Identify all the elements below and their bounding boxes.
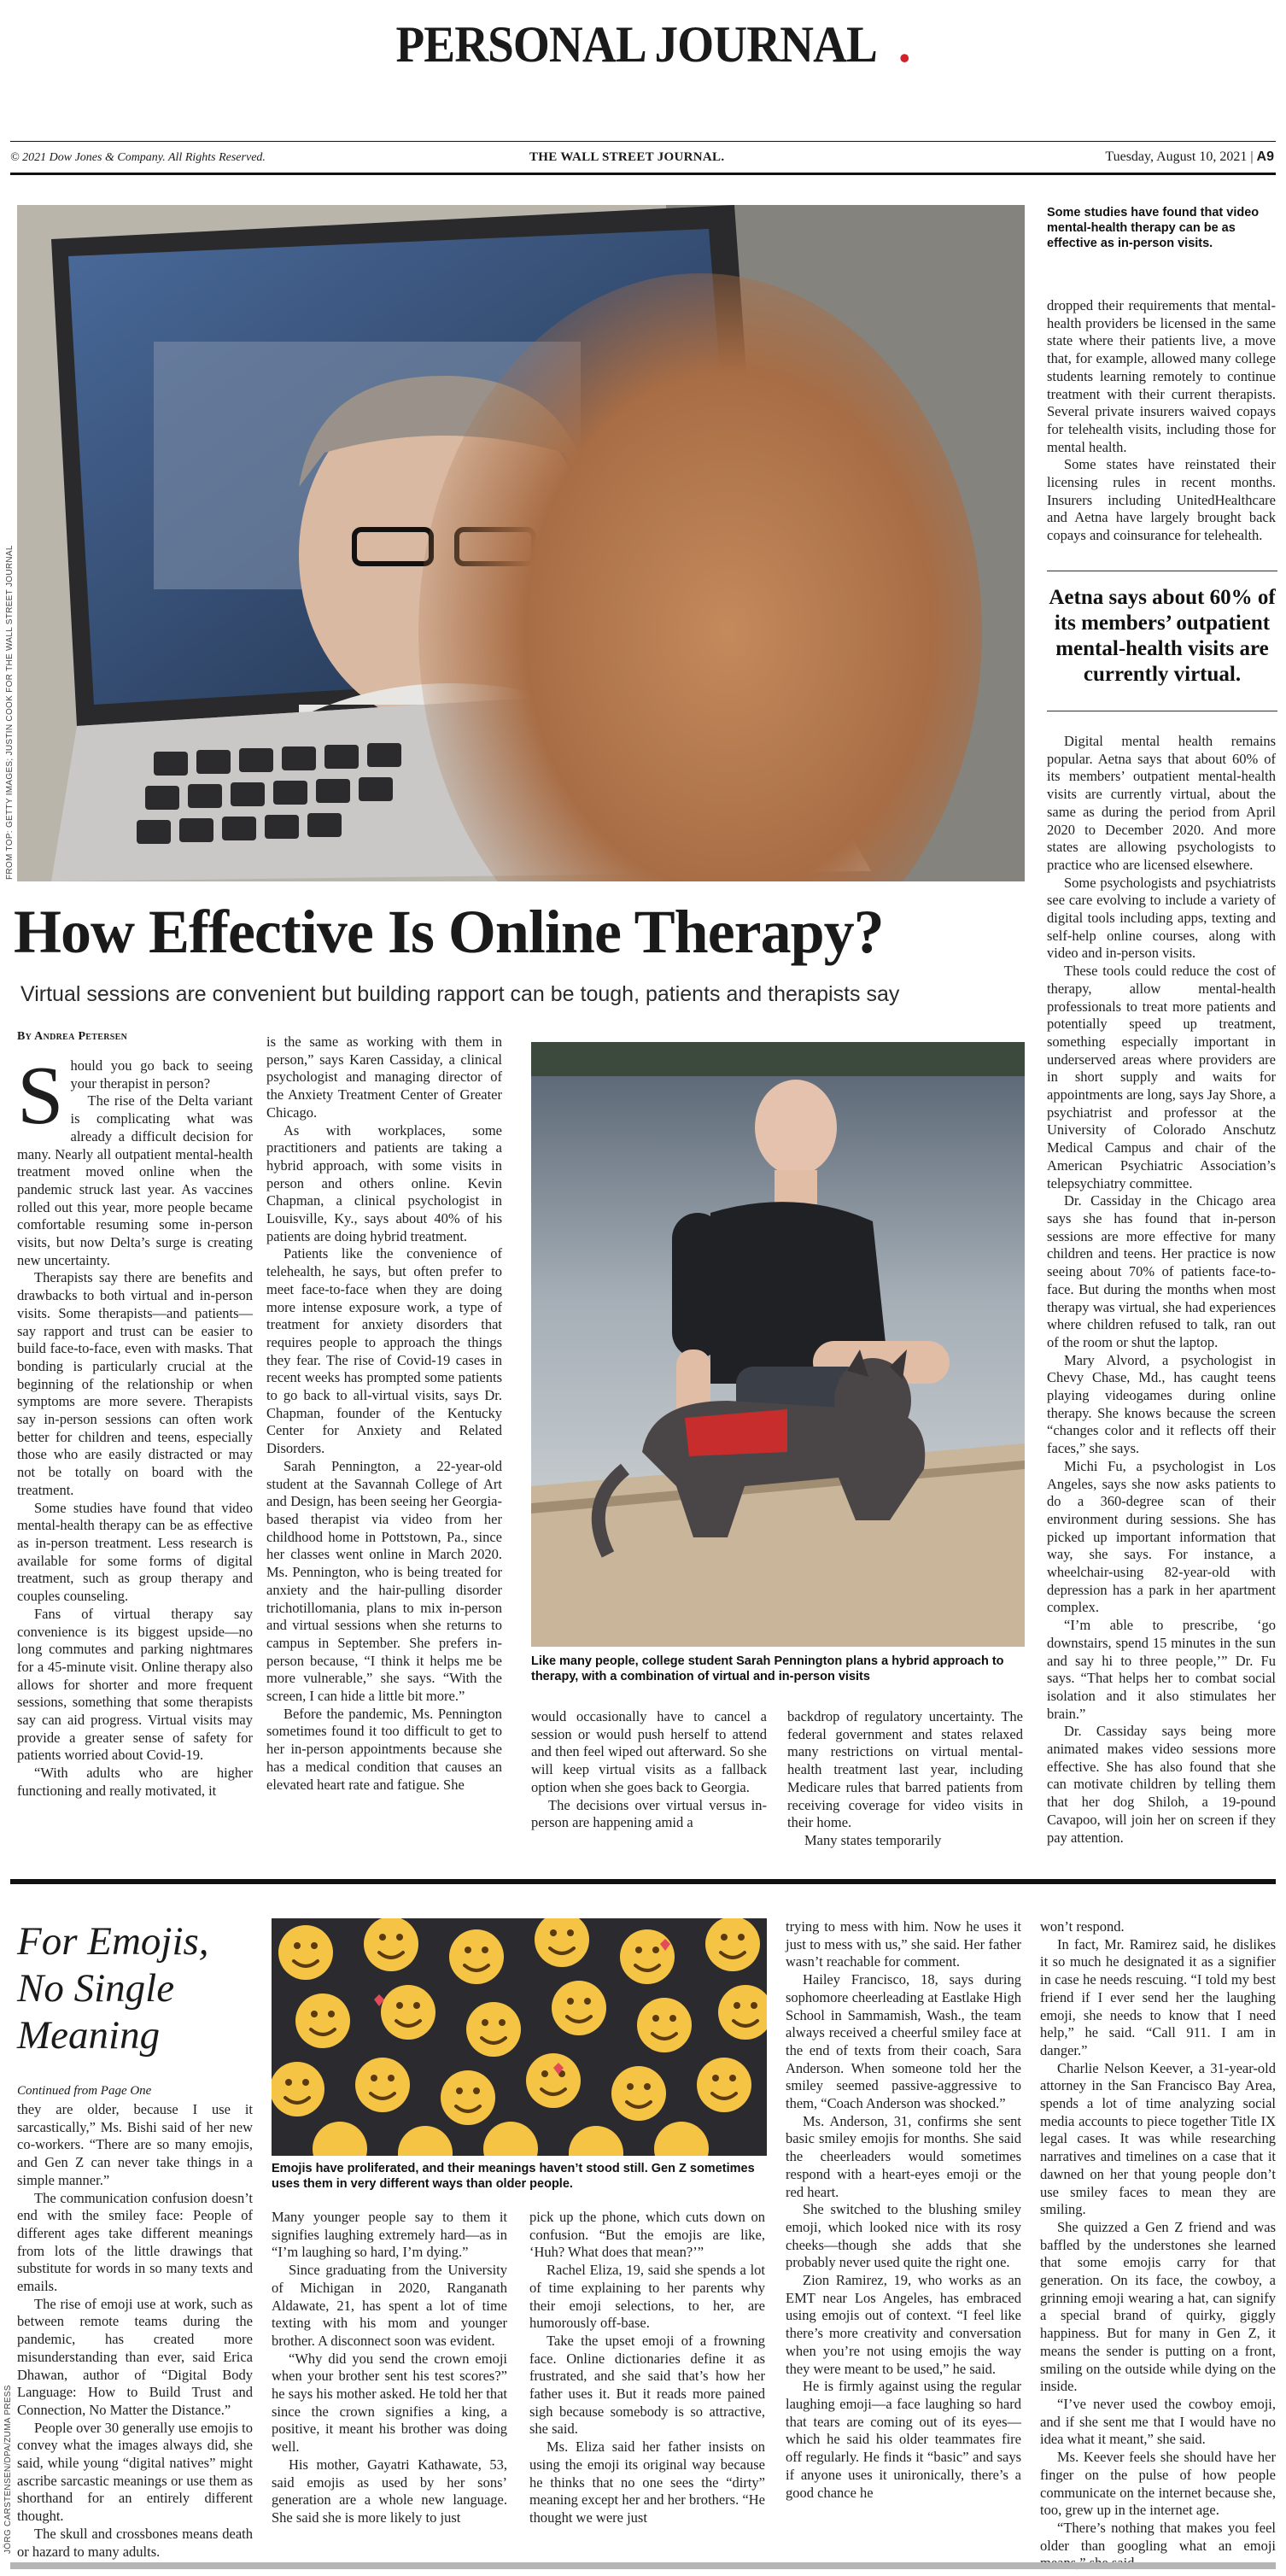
therapy-paragraph: Sarah Pennington, a 22-year-old student … (266, 1457, 502, 1705)
therapy-lead: Should you go back to seeing your therap… (17, 1054, 253, 1138)
therapy-col-3: would occasionally have to cancel a sess… (531, 1708, 767, 1832)
right-paragraph: Digital mental health remains popular. A… (1047, 733, 1276, 873)
emoji-paragraph: Zion Ramirez, 19, who works as an EMT ne… (786, 2272, 1021, 2377)
right-paragraph: Dr. Cassiday in the Chicago area says sh… (1047, 1192, 1276, 1350)
right-column-text-2: Digital mental health remains popular. A… (1047, 733, 1276, 1847)
right-paragraph: “I’m able to prescribe, ‘go downstairs, … (1047, 1617, 1276, 1722)
emoji-paragraph: Take the upset emoji of a frowning face.… (529, 2332, 765, 2438)
emoji-col-1: they are older, because I use it sarcast… (17, 2101, 253, 2561)
emoji-continued: Continued from Page One (17, 2084, 152, 2098)
folio-paper: THE WALL STREET JOURNAL. (529, 150, 725, 164)
drop-cap: S (17, 1050, 64, 1142)
therapy-paragraph: Fans of virtual therapy say convenience … (17, 1605, 253, 1764)
emoji-paragraph: Rachel Eliza, 19, said she spends a lot … (529, 2262, 765, 2332)
therapy-paragraph: is the same as working with them in pers… (266, 1033, 502, 1121)
pennington-caption: Like many people, college student Sarah … (531, 1654, 1004, 1683)
right-caption: Some studies have found that video menta… (1047, 206, 1260, 250)
woman-with-dog-icon (531, 1042, 1025, 1647)
emoji-wall-photo (272, 1918, 767, 2156)
emoji-photo-credit: JÖRG CARSTENSEN/DPA/ZUMA PRESS (3, 2385, 13, 2554)
emoji-col-2: Many younger people say to them it signi… (272, 2209, 507, 2527)
therapy-lead-text: hould you go back to seeing your therapi… (70, 1057, 253, 1092)
therapy-paragraph: would occasionally have to cancel a sess… (531, 1708, 767, 1795)
right-paragraph: Michi Fu, a psychologist in Los Angeles,… (1047, 1457, 1276, 1616)
emoji-paragraph: In fact, Mr. Ramirez said, he dislikes i… (1040, 1935, 1276, 2058)
emoji-paragraph: Ms. Eliza said her father insists on usi… (529, 2438, 765, 2526)
folio-page: A9 (1256, 149, 1274, 164)
therapy-paragraph: Before the pandemic, Ms. Pennington some… (266, 1705, 502, 1793)
emoji-paragraph: Charlie Nelson Keever, a 31-year-old att… (1040, 2059, 1276, 2218)
therapy-headline: How Effective Is Online Therapy? (14, 898, 885, 966)
therapy-byline: By Andrea Petersen (17, 1030, 128, 1043)
therapy-col-1: Should you go back to seeing your therap… (17, 1054, 253, 1800)
masthead-title: PERSONAL JOURNAL (395, 16, 878, 73)
emoji-headline: For Emojis, No Single Meaning (17, 1919, 209, 2058)
therapy-paragraph: Some studies have found that video menta… (17, 1499, 253, 1605)
therapy-col-2: is the same as working with them in pers… (266, 1033, 502, 1794)
emoji-col-3: pick up the phone, which cuts down on co… (529, 2209, 765, 2527)
emoji-paragraph: The skull and crossbones means death or … (17, 2525, 253, 2560)
therapy-paragraph: Patients like the convenience of telehea… (266, 1245, 502, 1457)
emoji-paragraph: “Why did you send the crown emoji when y… (272, 2350, 507, 2456)
emoji-paragraph: pick up the phone, which cuts down on co… (529, 2209, 765, 2261)
emoji-paragraph: The communication confusion doesn’t end … (17, 2189, 253, 2295)
therapy-deck: Virtual sessions are convenient but buil… (20, 982, 900, 1006)
emoji-paragraph: won’t respond. (1040, 1918, 1125, 1935)
masthead-dot: . (897, 16, 911, 73)
emoji-paragraph: “I’ve never used the cowboy emoji, and i… (1040, 2395, 1276, 2448)
emoji-col-5: won’t respond. In fact, Mr. Ramirez said… (1040, 1918, 1276, 2573)
emoji-wall-icon (272, 1918, 767, 2156)
right-paragraph: Some states have reinstated their licens… (1047, 456, 1276, 544)
emoji-paragraph: Many younger people say to them it signi… (272, 2209, 507, 2261)
therapy-paragraph: Therapists say there are benefits and dr… (17, 1269, 253, 1498)
laptop-video-call-icon (17, 205, 1025, 881)
emoji-paragraph: Since graduating from the University of … (272, 2262, 507, 2349)
folio-date-line: Tuesday, August 10, 2021 | A9 (1105, 149, 1274, 165)
emoji-paragraph: Ms. Anderson, 31, confirms she sent basi… (786, 2112, 1021, 2200)
therapy-paragraph: backdrop of regulatory uncertainty. The … (787, 1708, 1023, 1831)
emoji-paragraph: Hailey Francisco, 18, says during sophom… (786, 1971, 1021, 2112)
section-rule (10, 1879, 1276, 1884)
therapy-paragraph: “With adults who are higher functioning … (17, 1765, 253, 1799)
masthead: PERSONAL JOURNAL. (0, 15, 1286, 74)
emoji-paragraph: People over 30 generally use emojis to c… (17, 2419, 253, 2525)
right-paragraph: Some psychologists and psychiatrists see… (1047, 874, 1276, 962)
emoji-paragraph: He is firmly against using the regular l… (786, 2378, 1021, 2501)
bottom-rule (10, 2562, 1276, 2569)
top-photo-credit: FROM TOP: GETTY IMAGES; JUSTIN COOK FOR … (5, 545, 15, 880)
right-paragraph: These tools could reduce the cost of the… (1047, 963, 1276, 1191)
right-paragraph: dropped their requirements that mental-h… (1047, 297, 1276, 455)
emoji-paragraph: She quizzed a Gen Z friend and was baffl… (1040, 2218, 1276, 2395)
right-column-text: dropped their requirements that mental-h… (1047, 297, 1276, 545)
woman-with-dog-photo (531, 1042, 1025, 1647)
pull-quote: Aetna says about 60% of its members’ out… (1049, 586, 1276, 686)
emoji-caption: Emojis have proliferated, and their mean… (272, 2162, 755, 2191)
emoji-col-4: trying to mess with him. Now he uses it … (786, 1918, 1021, 2502)
therapy-col-4: backdrop of regulatory uncertainty. The … (787, 1708, 1023, 1850)
folio-copyright: © 2021 Dow Jones & Company. All Rights R… (10, 151, 266, 164)
folio-date: Tuesday, August 10, 2021 | (1105, 149, 1254, 164)
right-paragraph: Dr. Cassiday says being more animated ma… (1047, 1723, 1276, 1846)
emoji-paragraph: trying to mess with him. Now he uses it … (786, 1918, 1021, 1970)
therapy-paragraph: As with workplaces, some practitioners a… (266, 1121, 502, 1244)
folio-rule-bottom (10, 173, 1276, 175)
emoji-paragraph: The rise of emoji use at work, such as b… (17, 2295, 253, 2418)
laptop-video-call-photo (17, 205, 1025, 881)
emoji-paragraph: they are older, because I use it sarcast… (17, 2101, 253, 2188)
emoji-paragraph: His mother, Gayatri Kathawate, 53, said … (272, 2456, 507, 2526)
folio-rule-top (10, 141, 1276, 142)
therapy-paragraph: The decisions over virtual versus in-per… (531, 1796, 767, 1831)
emoji-paragraph: She switched to the blushing smiley emoj… (786, 2201, 1021, 2271)
therapy-paragraph: Many states temporarily (804, 1831, 942, 1848)
emoji-paragraph: Ms. Keever feels she should have her fin… (1040, 2449, 1276, 2519)
right-paragraph: Mary Alvord, a psychologist in Chevy Cha… (1047, 1351, 1276, 1457)
